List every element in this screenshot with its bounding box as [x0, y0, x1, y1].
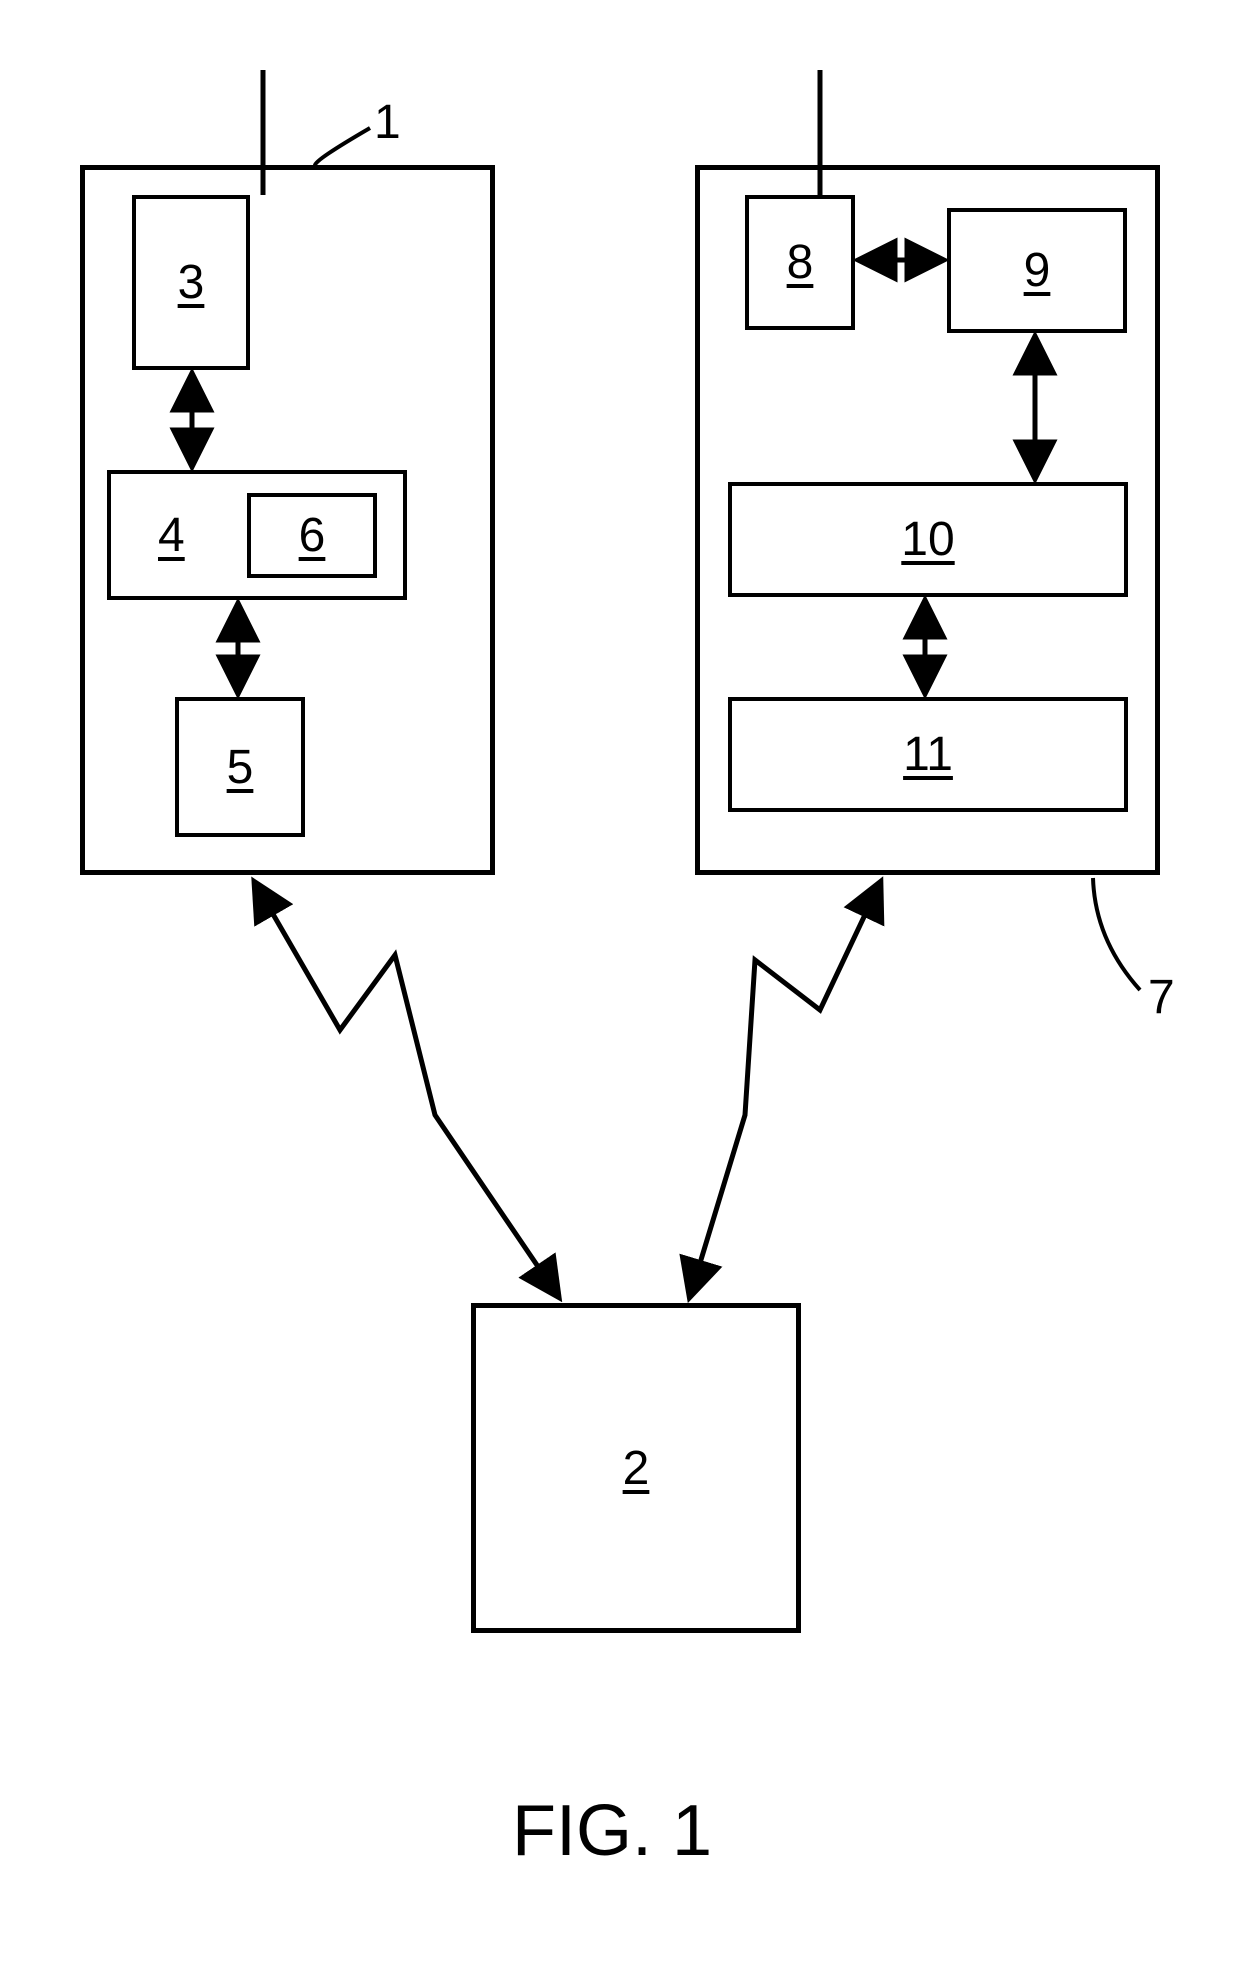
box-6-label: 6 — [299, 508, 326, 563]
figure-caption: FIG. 1 — [512, 1790, 712, 1872]
box-8-label: 8 — [787, 235, 814, 290]
ext-label-1: 1 — [374, 95, 401, 150]
box-8: 8 — [745, 195, 855, 330]
box-3: 3 — [132, 195, 250, 370]
box-5: 5 — [175, 697, 305, 837]
box-5-label: 5 — [227, 740, 254, 795]
box-11: 11 — [728, 697, 1128, 812]
box-3-label: 3 — [178, 255, 205, 310]
box-10-label: 10 — [901, 512, 954, 567]
box-6: 6 — [247, 493, 377, 578]
box-10: 10 — [728, 482, 1128, 597]
box-9-label: 9 — [1024, 243, 1051, 298]
box-9: 9 — [947, 208, 1127, 333]
box-2: 2 — [471, 1303, 801, 1633]
ext-label-7: 7 — [1148, 970, 1175, 1025]
box-11-label: 11 — [903, 727, 953, 782]
box-4-label: 4 — [158, 508, 185, 563]
box-2-label: 2 — [623, 1441, 650, 1496]
